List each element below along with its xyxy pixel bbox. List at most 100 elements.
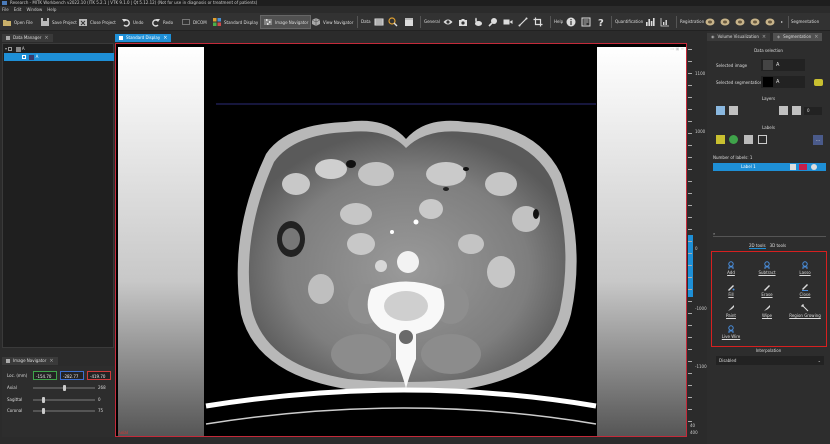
label-search-icon[interactable]: ⌕ [713,231,826,237]
info-icon[interactable] [566,17,576,27]
close-icon[interactable]: × [49,357,53,365]
coronal-slider-handle[interactable] [42,408,45,414]
rabbit-icon[interactable] [473,17,483,27]
close-icon[interactable]: × [762,33,766,41]
magnifier-icon[interactable] [488,17,498,27]
delete-layer-icon[interactable] [729,106,738,115]
selected-image-selector[interactable]: A [761,59,805,71]
ct-axial-slice[interactable] [116,44,687,437]
location-y-input[interactable]: -282.77 [60,371,84,380]
new-segmentation-icon[interactable] [814,79,823,86]
tab-data-manager[interactable]: Data Manager × [2,34,53,42]
chart-icon[interactable] [660,17,670,27]
location-z-input[interactable]: -419.70 [87,371,111,380]
region-growing-tool-button[interactable]: Region Growing [788,304,822,318]
add-layer-icon[interactable] [716,106,725,115]
fill-tool-button[interactable]: Fill [714,283,748,297]
statistics-icon[interactable] [645,17,655,27]
about-icon[interactable] [581,17,591,27]
sagittal-slider-handle[interactable] [42,397,45,403]
level-window-ruler[interactable]: 1100 1000 0 -1000 -1100 40 400 [688,43,707,437]
sagittal-slider[interactable] [33,397,95,403]
subtract-tool-button[interactable]: Subtract [750,261,784,275]
view-navigator-button[interactable]: View Navigator [311,15,353,29]
tab-image-navigator[interactable]: Image Navigator × [2,357,58,365]
registration-icon[interactable] [750,17,760,27]
menu-file[interactable]: File [2,6,9,13]
tab-standard-display[interactable]: Standard Display × [115,34,172,42]
more-tools-icon[interactable]: ▸ [781,15,783,29]
general-group-label: General [424,19,440,24]
close-icon[interactable]: × [163,34,167,42]
axial-slider-handle[interactable] [63,385,66,391]
visibility-checkbox[interactable] [22,55,26,59]
redo-button[interactable]: Redo [151,15,173,29]
viewer-menu-icons[interactable]: ▭ ▣ ≡ [671,46,684,51]
tree-node-image[interactable]: ▾ A [5,45,113,53]
close-icon[interactable]: × [44,34,48,42]
datamanager-icon[interactable] [374,17,384,27]
wipe-tool-button[interactable]: Wipe [750,304,784,318]
label-options-button[interactable]: … [813,135,823,145]
lasso-tool-button[interactable]: Lasso [788,261,822,275]
standard-display-button[interactable]: Standard Display [212,15,258,29]
registration-icon[interactable] [765,17,775,27]
menu-help[interactable]: Help [47,6,56,13]
main-toolbar: Open File Save Project Close Project Und… [0,13,830,31]
camera-icon[interactable] [458,17,468,27]
next-layer-icon[interactable] [792,106,801,115]
menu-window[interactable]: Window [26,6,42,13]
coronal-slider[interactable] [33,408,95,414]
registration-icon[interactable] [720,17,730,27]
box-icon[interactable] [404,17,414,27]
selected-segmentation-selector[interactable]: A [761,76,805,88]
tab-3d-tools[interactable]: 3D tools [770,243,787,249]
registration-icon[interactable] [735,17,745,27]
live-wire-tool-button[interactable]: Live Wire [714,325,748,339]
label-row[interactable]: Label 1 [713,163,826,171]
visibility-checkbox[interactable] [8,47,13,51]
crop-icon[interactable] [533,17,543,27]
lock-icon[interactable] [790,164,796,170]
paint-tool-button[interactable]: Paint [714,304,748,318]
axial-slider[interactable] [33,385,95,391]
video-icon[interactable] [503,17,513,27]
image-navigator-label: Image Navigator [275,19,309,25]
open-label-icon[interactable] [758,135,767,144]
tab-segmentation[interactable]: ◈ Segmentation × [773,33,823,41]
close-tool-button[interactable]: Close [788,283,822,297]
erase-tool-button[interactable]: Erase [750,283,784,297]
save-project-button[interactable]: Save Project [40,15,77,29]
close-project-button[interactable]: Close Project [78,15,116,29]
save-label-icon[interactable] [744,135,753,144]
add-tool-button[interactable]: Add [714,261,748,275]
tree-node-segmentation[interactable]: A [4,53,114,61]
render-window-axial[interactable]: Axial ▭ ▣ ≡ [115,43,687,437]
interpolation-select[interactable]: Disabled ⌄ [716,356,824,365]
menu-edit[interactable]: Edit [14,6,22,13]
search-icon[interactable] [388,17,398,27]
level-window-slider[interactable] [688,235,693,297]
add-label-icon[interactable] [716,135,725,144]
close-icon[interactable]: × [814,33,818,41]
label-color-swatch[interactable] [799,164,807,170]
lock-label-icon[interactable] [729,135,738,144]
tab-volume-visualization[interactable]: ◉ Volume Visualization × [707,33,771,41]
open-file-button[interactable]: Open File [2,15,33,29]
image-navigator-button[interactable]: Image Navigator [260,15,312,29]
eye-icon[interactable] [443,17,453,27]
folder-icon [2,17,12,27]
measure-icon[interactable] [518,17,528,27]
layer-spinbox[interactable]: 0 [804,107,822,115]
registration-icon[interactable] [705,17,715,27]
question-icon[interactable]: ? [596,17,606,29]
eye-icon[interactable] [811,164,817,170]
segmentation-tab-icon: ◈ [777,34,781,39]
tab-2d-tools[interactable]: 2D tools [749,243,766,249]
location-x-input[interactable]: -154.70 [33,371,57,380]
lasso-tool-icon [801,261,809,269]
dicom-button[interactable]: DICOM [181,15,207,29]
data-manager-tree[interactable]: ▾ A A [2,43,114,348]
previous-layer-icon[interactable] [779,106,788,115]
undo-button[interactable]: Undo [121,15,143,29]
